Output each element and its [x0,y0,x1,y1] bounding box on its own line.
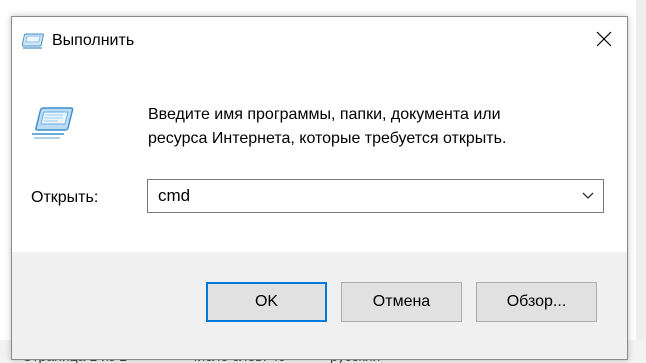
close-button[interactable] [581,17,627,65]
dialog-footer: OK Отмена Обзор... [12,252,627,359]
open-input[interactable] [148,180,568,212]
run-dialog: Выполнить Введите имя программы, папки, … [11,16,628,360]
run-icon [21,32,46,50]
browse-button[interactable]: Обзор... [476,282,597,322]
open-combobox[interactable] [147,179,604,213]
ok-button[interactable]: OK [206,282,327,322]
dialog-title: Выполнить [52,32,135,49]
cancel-button[interactable]: Отмена [341,282,462,322]
description-line-2: ресурса Интернета, которые требуется отк… [148,130,507,147]
open-dropdown-button[interactable] [573,180,603,212]
dialog-description: Введите имя программы, папки, документа … [148,103,588,151]
screen: Страница 1 из 1 Число слов: 49 русский В… [0,0,646,363]
dialog-content: Введите имя программы, папки, документа … [12,65,627,252]
open-label: Открыть: [31,189,99,206]
description-line-1: Введите имя программы, папки, документа … [148,106,501,123]
background-window-edge [636,0,646,363]
close-icon [596,31,612,52]
title-bar[interactable]: Выполнить [12,17,627,65]
chevron-down-icon [582,187,594,205]
run-icon [30,104,74,142]
